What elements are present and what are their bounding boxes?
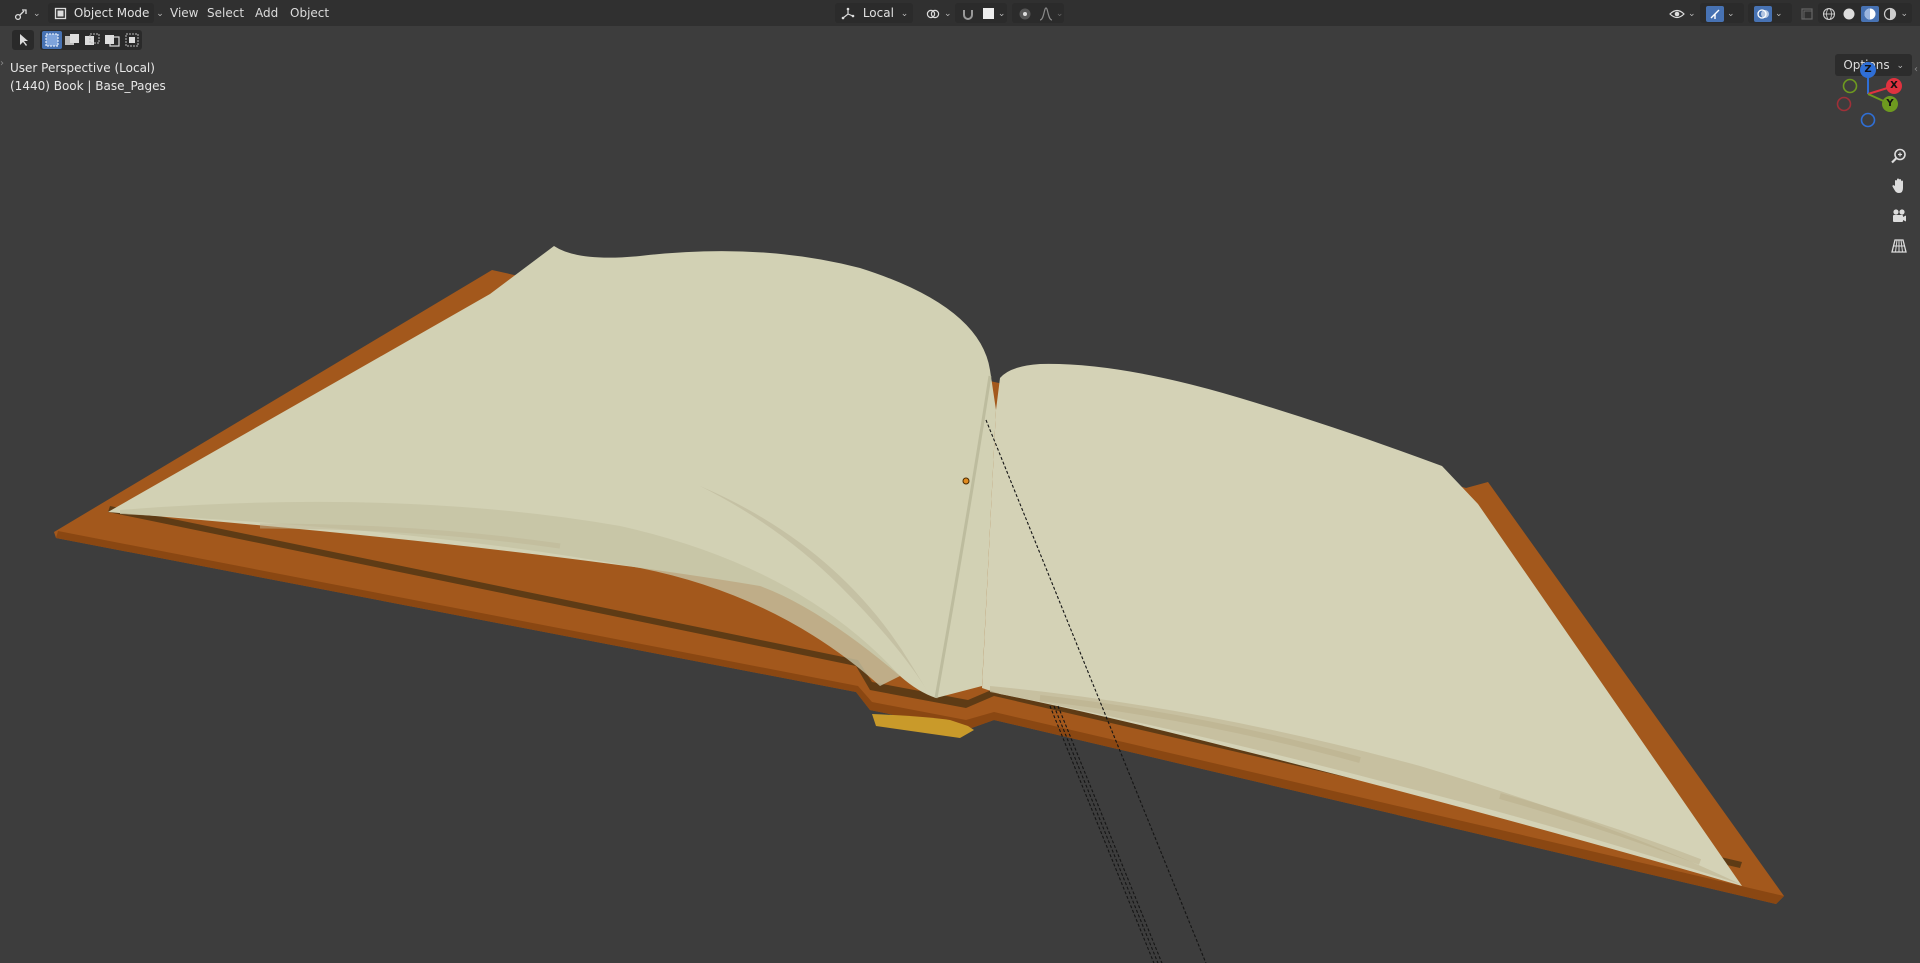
select-extend-icon (65, 34, 79, 45)
chevron-down-icon: ⌄ (156, 8, 164, 19)
chevron-down-icon: ⌄ (1055, 8, 1064, 19)
sidebar-expand-arrow[interactable]: ‹ (1914, 64, 1918, 75)
zoom-button[interactable] (1887, 144, 1911, 168)
toolbar-expand-arrow[interactable]: › (0, 58, 4, 69)
grid-icon (1891, 239, 1907, 253)
select-subtract-button[interactable] (82, 31, 102, 49)
orientation-label: Local (862, 6, 894, 20)
gizmo-z-axis[interactable]: Z (1860, 62, 1876, 78)
select-invert-button[interactable] (102, 31, 122, 49)
select-invert-icon (105, 35, 120, 47)
cursor-icon (20, 34, 28, 46)
scene-canvas[interactable] (0, 26, 1920, 963)
select-intersect-icon (125, 33, 139, 47)
proportional-editing-button[interactable]: ⌄ (1012, 3, 1064, 23)
snap-increment-icon (982, 8, 994, 19)
magnet-icon (963, 9, 973, 20)
object-mode-icon (54, 7, 67, 20)
transform-orientation-dropdown[interactable]: Local ⌄ (835, 3, 913, 23)
editor-type-icon (14, 8, 27, 20)
chevron-down-icon: ⌄ (997, 8, 1006, 19)
ortho-toggle-button[interactable] (1887, 234, 1911, 258)
pivot-icon (926, 9, 940, 18)
zoom-icon (1891, 148, 1906, 164)
select-subtract-icon (85, 33, 100, 45)
chevron-down-icon: ⌄ (1688, 8, 1696, 19)
pan-button[interactable] (1887, 174, 1911, 198)
mode-label: Object Mode (73, 6, 150, 20)
gizmo-x-axis[interactable]: X (1886, 78, 1902, 94)
chevron-down-icon: ⌄ (1727, 8, 1735, 19)
select-extend-button[interactable] (62, 31, 82, 49)
selection-mode-group (40, 30, 142, 50)
chevron-down-icon: ⌄ (944, 8, 952, 19)
object-origin[interactable] (962, 477, 970, 485)
gizmo-y-axis[interactable]: Y (1882, 96, 1898, 112)
pivot-point-button[interactable]: ⌄ (919, 3, 952, 23)
orientation-icon (841, 7, 855, 19)
menu-view[interactable]: View (164, 3, 204, 23)
camera-view-button[interactable] (1887, 204, 1911, 228)
falloff-curve-icon (1039, 6, 1053, 21)
visibility-button[interactable]: ⌄ (1663, 3, 1697, 23)
select-new-button[interactable] (42, 31, 62, 49)
material-preview-icon[interactable] (1863, 7, 1877, 21)
hand-icon (1892, 178, 1903, 193)
shading-modes[interactable]: ⌄ (1818, 3, 1912, 23)
menu-object[interactable]: Object (284, 3, 335, 23)
navigation-gizmo[interactable]: Z X Y (1832, 62, 1902, 134)
chevron-down-icon: ⌄ (900, 8, 909, 19)
solid-shading-icon[interactable] (1842, 7, 1856, 21)
snap-button[interactable]: ⌄ (955, 3, 1007, 23)
editor-type-button[interactable]: ⌄ (8, 3, 42, 23)
perspective-label: User Perspective (Local) (10, 61, 155, 75)
wireframe-shading-icon[interactable] (1822, 7, 1836, 21)
chevron-down-icon: ⌄ (1775, 8, 1783, 19)
object-info-label: (1440) Book | Base_Pages (10, 79, 166, 93)
rendered-shading-icon[interactable] (1883, 7, 1897, 21)
proportional-editing-icon (1019, 8, 1031, 19)
viewport-header: ⌄ Object Mode ⌄ View Select Add Object L… (0, 0, 1920, 26)
camera-icon (1893, 209, 1906, 222)
chevron-down-icon: ⌄ (1900, 8, 1909, 19)
chevron-down-icon: ⌄ (33, 8, 41, 19)
mode-dropdown[interactable]: Object Mode ⌄ (48, 3, 164, 23)
xray-icon (1801, 7, 1813, 20)
select-new-icon (45, 33, 59, 47)
right-page[interactable] (982, 363, 1742, 886)
gizmo-toggle[interactable]: ⌄ (1700, 3, 1744, 23)
menu-select[interactable]: Select (201, 3, 250, 23)
select-intersect-button[interactable] (122, 31, 142, 49)
xray-toggle[interactable] (1795, 3, 1817, 23)
overlays-icon (1757, 8, 1769, 19)
tool-select-button[interactable] (12, 30, 34, 50)
3d-viewport[interactable]: User Perspective (Local) (1440) Book | B… (0, 26, 1920, 963)
overlays-toggle[interactable]: ⌄ (1748, 3, 1792, 23)
gizmo-icon (1710, 9, 1720, 19)
eye-icon (1669, 9, 1685, 18)
menu-add[interactable]: Add (249, 3, 284, 23)
